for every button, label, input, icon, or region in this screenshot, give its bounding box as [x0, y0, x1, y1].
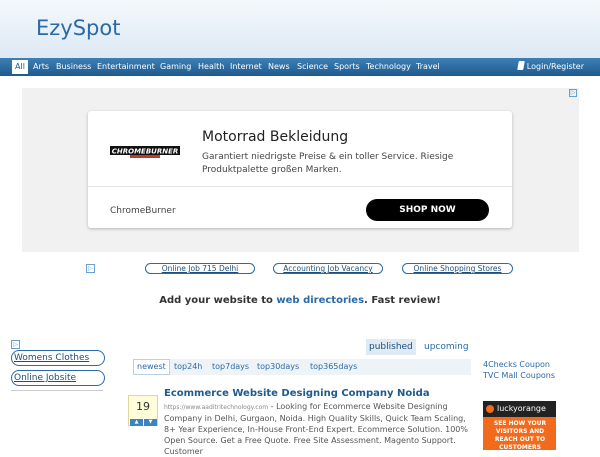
user-icon [516, 61, 525, 70]
tab-top24h[interactable]: top24h [171, 359, 205, 375]
luckyorange-logo-icon [486, 405, 494, 413]
tab-top7days[interactable]: top7days [209, 359, 252, 375]
ad-link-online-shopping[interactable]: Online Shopping Stores [402, 263, 513, 274]
ad-choices-icon[interactable]: ▷ [11, 340, 20, 349]
directory-promo: Add your website to web directories. Fas… [0, 295, 600, 306]
ad-divider [88, 186, 512, 187]
nav-item-all[interactable]: All [12, 60, 28, 74]
story-body: https://www.aaditritechnology.com - Look… [164, 401, 476, 457]
story-url[interactable]: https://www.aaditritechnology.com [164, 404, 268, 411]
banner-brand: luckyorange [497, 404, 546, 413]
ad-link-online-jobsite[interactable]: Online Jobsite [11, 370, 105, 386]
ad-choices-icon[interactable]: ▷ [86, 264, 95, 273]
login-register-link[interactable]: Login/Register [516, 61, 584, 73]
nav-item-sports[interactable]: Sports [334, 61, 360, 73]
nav-item-news[interactable]: News [268, 61, 290, 73]
publish-tabs: published upcoming [366, 339, 474, 355]
ad-link-online-job[interactable]: Online Job 715 Delhi [145, 263, 255, 274]
banner-header: luckyorange [483, 401, 556, 417]
nav-item-technology[interactable]: Technology [366, 61, 411, 73]
nav-item-entertainment[interactable]: Entertainment [97, 61, 155, 73]
ad-link-unit: ▷ Online Job 715 Delhi Accounting Job Va… [86, 263, 516, 275]
ad-container: ▷ CHROMEBURNER Motorrad Bekleidung Garan… [22, 88, 579, 252]
banner-body: SEE HOW YOUR VISITORS AND REACH OUT TO C… [483, 417, 556, 450]
ad-title[interactable]: Motorrad Bekleidung [202, 129, 348, 145]
vote-down-button[interactable]: ▼ [144, 419, 157, 426]
promo-prefix: Add your website to [159, 295, 277, 306]
vote-count: 19 [136, 400, 150, 413]
chromeburner-logo: CHROMEBURNER [110, 146, 180, 158]
divider [11, 390, 103, 391]
shop-now-button[interactable]: SHOP NOW [366, 199, 489, 221]
nav-item-travel[interactable]: Travel [416, 61, 440, 73]
ad-description: Garantiert niedrigste Preise & ein tolle… [202, 152, 454, 175]
coupon-link-4checks[interactable]: 4Checks Coupon [483, 359, 593, 370]
tab-top365days[interactable]: top365days [307, 359, 360, 375]
ad-link-womens-clothes[interactable]: Womens Clothes [11, 350, 105, 366]
story-title[interactable]: Ecommerce Website Designing Company Noid… [164, 388, 430, 399]
ad-choices-icon[interactable]: ▷ [569, 89, 577, 97]
ad-logo-text: CHROMEBURNER [112, 148, 179, 156]
category-nav: All Arts Business Entertainment Gaming H… [0, 58, 600, 76]
nav-item-health[interactable]: Health [198, 61, 224, 73]
vote-box: 19 ▲ ▼ [128, 395, 158, 426]
coupon-link-tvc-mall[interactable]: TVC Mall Coupons [483, 370, 593, 381]
login-label: Login/Register [526, 62, 584, 71]
tab-upcoming[interactable]: upcoming [421, 339, 472, 355]
nav-item-science[interactable]: Science [297, 61, 328, 73]
tab-published[interactable]: published [366, 339, 416, 355]
promo-suffix: . Fast review! [364, 295, 441, 306]
ad-link-accounting-job[interactable]: Accounting Job Vacancy [273, 263, 383, 274]
site-header: EzySpot [0, 0, 600, 58]
nav-item-internet[interactable]: Internet [230, 61, 262, 73]
ad-brand: ChromeBurner [110, 206, 176, 216]
banner-text: SEE HOW YOUR VISITORS AND REACH OUT TO C… [493, 420, 547, 450]
nav-item-business[interactable]: Business [56, 61, 91, 73]
nav-item-arts[interactable]: Arts [33, 61, 49, 73]
vote-up-button[interactable]: ▲ [130, 419, 143, 426]
ad-card[interactable]: CHROMEBURNER Motorrad Bekleidung Garanti… [88, 111, 512, 228]
sort-tabs: newest top24h top7days top30days top365d… [133, 359, 471, 375]
luckyorange-banner[interactable]: luckyorange SEE HOW YOUR VISITORS AND RE… [483, 401, 556, 450]
tab-top30days[interactable]: top30days [254, 359, 302, 375]
web-directories-link[interactable]: web directories [276, 295, 364, 306]
tab-newest[interactable]: newest [133, 359, 170, 375]
site-logo[interactable]: EzySpot [36, 16, 120, 40]
coupon-links: 4Checks Coupon TVC Mall Coupons [483, 359, 593, 381]
nav-item-gaming[interactable]: Gaming [160, 61, 191, 73]
